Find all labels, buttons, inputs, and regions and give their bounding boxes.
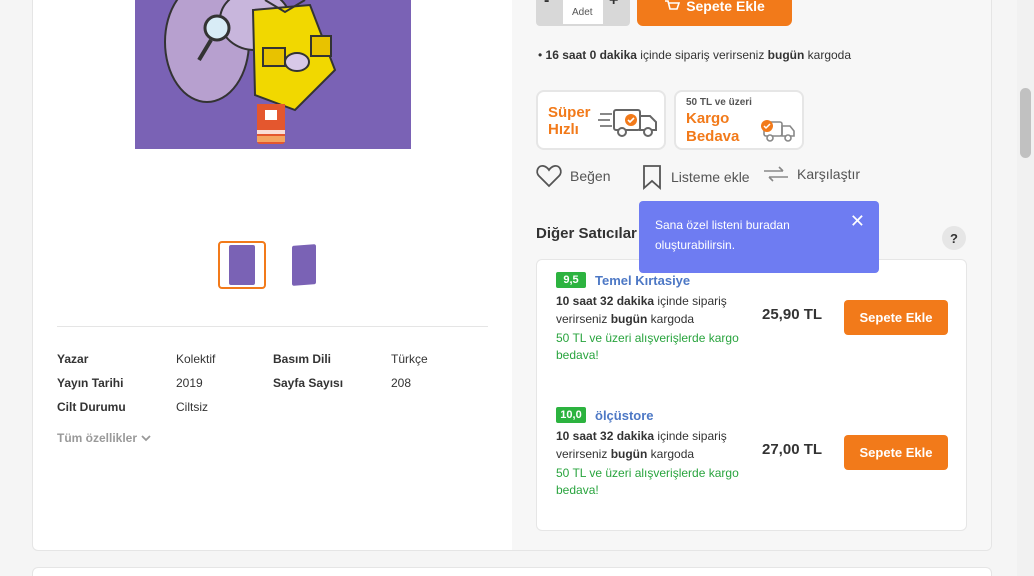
all-features-label: Tüm özellikler [57,431,138,445]
product-page: Yazar Kolektif Basım Dili Türkçe Yayın T… [0,0,1034,576]
quantity-label: Adet [572,7,593,18]
free-shipping-line2: Bedava [686,128,740,145]
attr-label-language: Basım Dili [273,352,332,366]
publisher-logo [257,104,285,144]
seller-name-link[interactable]: ölçüstore [595,408,654,423]
seller-shipping-today: bugün [610,447,648,461]
attr-label-author: Yazar [57,352,89,366]
super-fast-line1: Süper [548,104,591,121]
add-to-list-label: Listeme ekle [671,169,750,185]
attr-value-page-count: 208 [391,376,412,390]
scrollbar-thumb[interactable] [1020,88,1031,158]
shipping-middle: içinde sipariş verirseniz [636,48,768,62]
seller-shipping-time: 10 saat 32 dakika [556,294,655,308]
like-button[interactable]: Beğen [536,164,610,188]
add-to-list-tooltip: Sana özel listeni buradan oluşturabilirs… [639,201,879,273]
seller-rating-badge: 9,5 [556,272,586,288]
attr-value-publish-date: 2019 [176,376,203,390]
compare-button[interactable]: Karşılaştır [763,164,860,184]
shipping-today: bugün [767,48,805,62]
shipping-end: kargoda [804,48,852,62]
qty-decrease-button[interactable]: - [544,0,549,10]
seller-shipping-note: 10 saat 32 dakika içinde sipariş verirse… [556,427,756,463]
add-to-list-button[interactable]: Listeme ekle [641,164,750,190]
bullet: • [538,48,546,62]
seller-free-shipping-note: 50 TL ve üzeri alışverişlerde kargo beda… [556,466,739,497]
cart-icon [665,0,681,10]
thumbnail-1[interactable] [218,241,266,289]
compare-label: Karşılaştır [797,166,861,182]
seller-shipping-time: 10 saat 32 dakika [556,429,655,443]
super-fast-badge: Süper Hızlı [536,90,666,150]
thumbnail-2[interactable] [280,241,328,289]
help-icon[interactable]: ? [942,226,966,250]
shipping-time: 16 saat 0 dakika [545,48,637,62]
seller-price: 25,90 TL [762,306,823,323]
publisher-logo-icon [257,104,285,142]
seller-shipping-today: bugün [610,312,648,326]
attr-label-binding: Cilt Durumu [57,400,126,414]
compare-arrows-icon [764,166,788,182]
all-features-link[interactable]: Tüm özellikler [57,431,151,445]
seller-shipping-rest2: kargoda [647,312,695,326]
super-fast-line2: Hızlı [548,121,579,138]
attr-label-publish-date: Yayın Tarihi [57,376,124,390]
add-to-cart-label: Sepete Ekle [686,0,765,14]
page-scrollbar[interactable] [1017,0,1034,576]
attr-value-binding: Ciltsiz [176,400,208,414]
seller-free-shipping-note: 50 TL ve üzeri alışverişlerde kargo beda… [556,331,739,362]
thumbnail-cover-icon [292,244,316,286]
seller-add-to-cart-button[interactable]: Sepete Ekle [844,300,948,335]
delivery-truck-icon [598,109,657,137]
attr-value-language: Türkçe [391,352,428,366]
next-section-card [32,567,992,576]
shipping-note: • 16 saat 0 dakika içinde sipariş verirs… [538,48,851,62]
bookmark-icon [643,165,661,190]
divider [57,326,488,327]
add-to-cart-button[interactable]: Sepete Ekle [637,0,792,26]
qty-increase-button[interactable]: + [609,0,618,10]
free-shipping-threshold: 50 TL ve üzeri [686,97,752,108]
chevron-down-icon [141,435,151,442]
like-label: Beğen [570,168,611,184]
attr-label-page-count: Sayfa Sayısı [273,376,344,390]
seller-shipping-rest2: kargoda [647,447,695,461]
thumbnail-cover-icon [229,245,255,285]
free-shipping-line1: Kargo [686,110,730,127]
seller-price: 27,00 TL [762,441,823,458]
free-shipping-badge: 50 TL ve üzeri Kargo Bedava [674,90,804,150]
attr-value-author: Kolektif [176,352,216,366]
free-shipping-truck-icon [761,120,795,142]
seller-add-to-cart-button[interactable]: Sepete Ekle [844,435,948,470]
seller-name-link[interactable]: Temel Kırtasiye [595,273,690,288]
seller-rating-badge: 10,0 [556,407,586,423]
seller-shipping-note: 10 saat 32 dakika içinde sipariş verirse… [556,292,756,328]
close-icon[interactable]: ✕ [850,211,865,231]
other-sellers-title: Diğer Satıcılar [536,225,637,242]
heart-icon [536,165,562,188]
tooltip-text: Sana özel listeni buradan oluşturabilirs… [655,218,790,252]
